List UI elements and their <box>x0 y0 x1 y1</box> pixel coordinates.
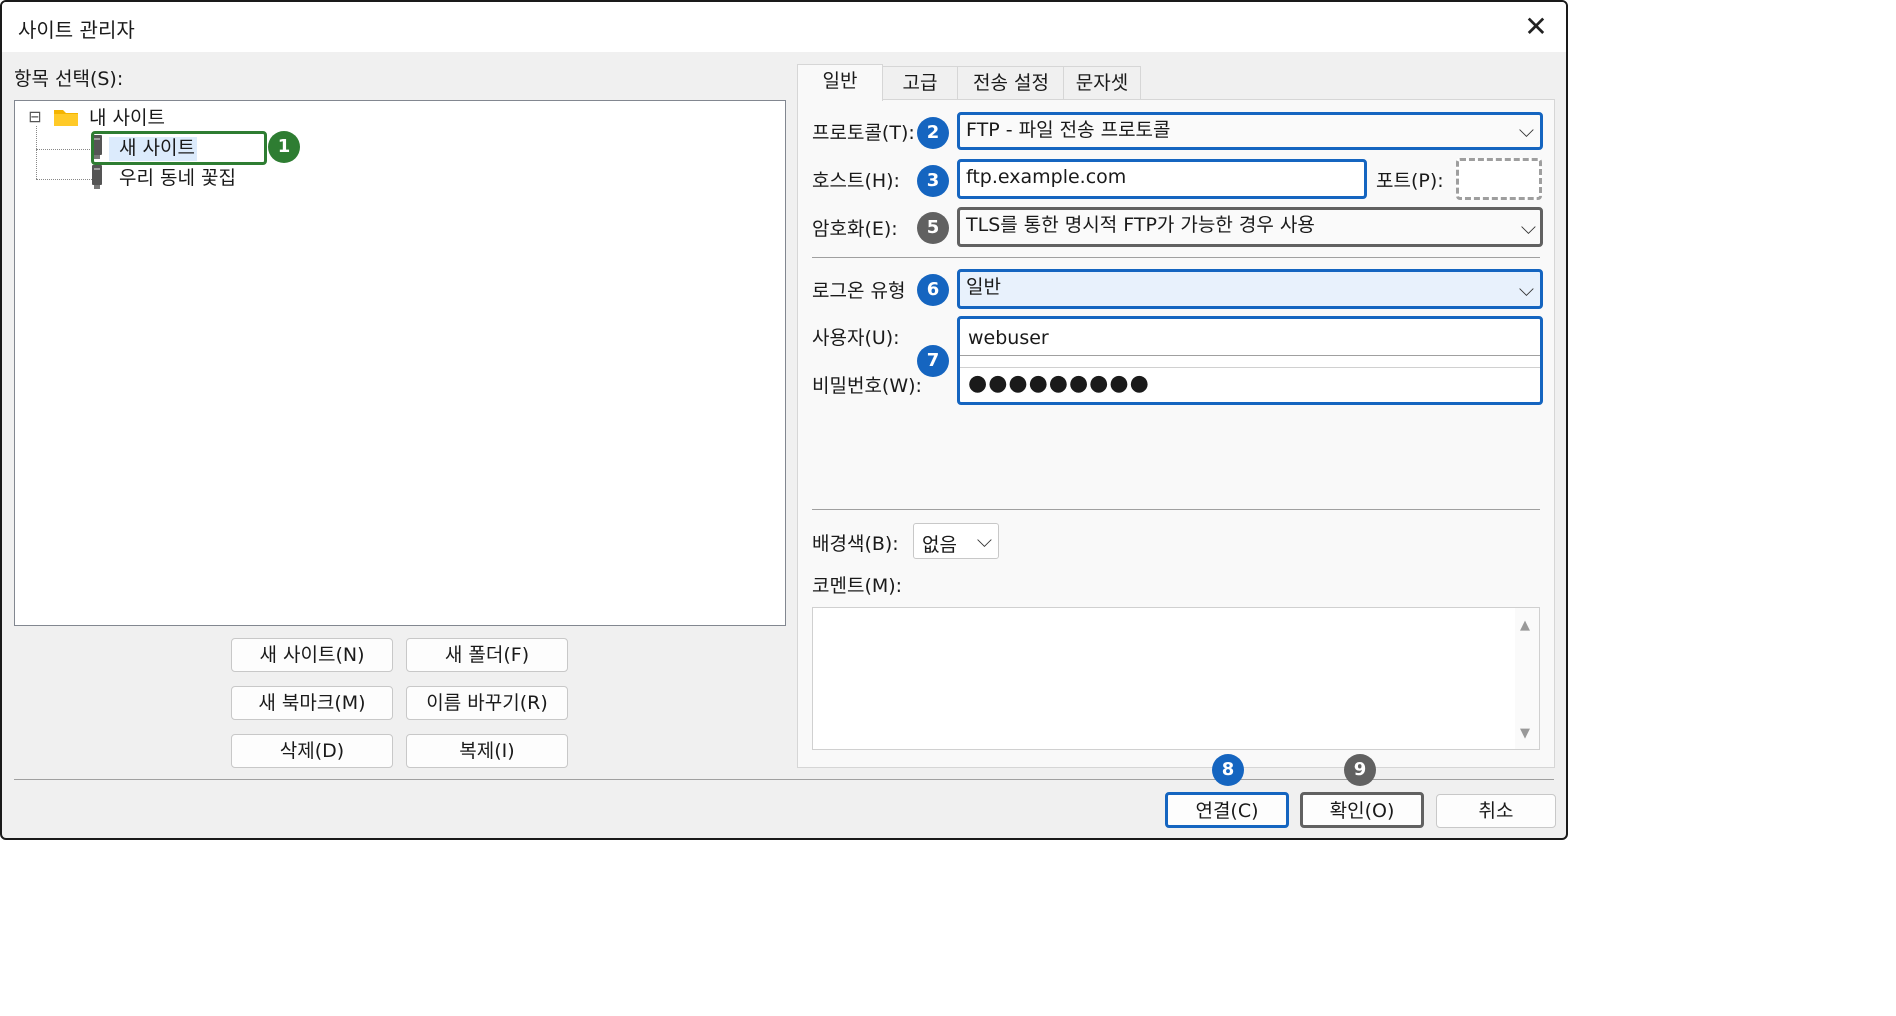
badge-3: 3 <box>917 165 949 197</box>
scrollbar[interactable]: ▲ ▼ <box>1515 608 1539 749</box>
field-divider <box>960 367 1540 368</box>
connect-button[interactable]: 연결(C) <box>1165 792 1289 828</box>
badge-9: 9 <box>1344 754 1376 786</box>
tree-label: 항목 선택(S): <box>14 68 124 90</box>
divider <box>812 509 1540 510</box>
new-bookmark-button[interactable]: 새 북마크(M) <box>231 686 393 720</box>
encryption-select[interactable]: TLS를 통한 명시적 FTP가 가능한 경우 사용 ⌵ <box>957 207 1543 247</box>
protocol-select[interactable]: FTP - 파일 전송 프로토콜 ⌵ <box>957 112 1543 150</box>
encryption-value: TLS를 통한 명시적 FTP가 가능한 경우 사용 <box>966 214 1315 236</box>
protocol-label: 프로토콜(T): <box>812 122 915 144</box>
encryption-label: 암호화(E): <box>812 218 898 240</box>
background-color-value: 없음 <box>922 534 957 556</box>
annotation-box-1 <box>91 131 267 165</box>
tree-root-label[interactable]: 내 사이트 <box>89 103 165 130</box>
tree-item-flower-shop[interactable]: 우리 동네 꽃집 <box>119 163 236 190</box>
new-folder-button[interactable]: 새 폴더(F) <box>406 638 568 672</box>
badge-8: 8 <box>1212 754 1244 786</box>
user-label: 사용자(U): <box>812 327 900 349</box>
chevron-down-icon: ⌵ <box>1520 215 1536 239</box>
tree-connector <box>36 149 92 150</box>
badge-5: 5 <box>917 212 949 244</box>
tab-transfer-settings[interactable]: 전송 설정 <box>957 66 1065 101</box>
tab-general[interactable]: 일반 <box>797 64 883 101</box>
credentials-group: webuser ●●●●●●●●● <box>957 316 1543 405</box>
server-icon <box>91 165 103 189</box>
close-icon[interactable]: ✕ <box>1518 10 1554 44</box>
scroll-up-icon[interactable]: ▲ <box>1520 618 1530 633</box>
tab-advanced[interactable]: 고급 <box>881 66 959 101</box>
chevron-down-icon: ⌵ <box>1518 118 1534 142</box>
new-site-button[interactable]: 새 사이트(N) <box>231 638 393 672</box>
tree-connector <box>36 179 92 180</box>
site-tree[interactable]: ⊟ 내 사이트 새 사이트 우리 동네 꽃집 <box>14 100 786 626</box>
badge-2: 2 <box>917 117 949 149</box>
protocol-value: FTP - 파일 전송 프로토콜 <box>966 119 1171 141</box>
rename-button[interactable]: 이름 바꾸기(R) <box>406 686 568 720</box>
bottom-divider <box>14 779 1554 780</box>
window-title: 사이트 관리자 <box>18 18 135 42</box>
user-input[interactable]: webuser <box>968 323 1049 353</box>
chevron-down-icon: ⌵ <box>976 528 992 552</box>
logon-type-value: 일반 <box>966 276 1001 298</box>
divider <box>812 257 1540 258</box>
background-color-select[interactable]: 없음 ⌵ <box>913 523 999 559</box>
port-input[interactable] <box>1456 158 1542 200</box>
background-color-label: 배경색(B): <box>812 533 899 555</box>
tree-connector <box>36 121 37 179</box>
tab-charset[interactable]: 문자셋 <box>1063 66 1141 101</box>
badge-1: 1 <box>268 131 300 163</box>
site-manager-dialog: 사이트 관리자 ✕ 항목 선택(S): ⊟ 내 사이트 새 사이트 우리 동네 … <box>0 0 1568 840</box>
logon-type-select[interactable]: 일반 ⌵ <box>957 269 1543 309</box>
port-label: 포트(P): <box>1376 170 1444 192</box>
cancel-button[interactable]: 취소 <box>1436 794 1556 828</box>
ok-button[interactable]: 확인(O) <box>1300 792 1424 828</box>
scroll-down-icon[interactable]: ▼ <box>1520 726 1530 741</box>
badge-6: 6 <box>917 274 949 306</box>
comment-label: 코멘트(M): <box>812 575 903 597</box>
title-bar: 사이트 관리자 ✕ <box>2 2 1566 52</box>
password-label: 비밀번호(W): <box>812 375 922 397</box>
chevron-down-icon: ⌵ <box>1518 277 1534 301</box>
comment-textarea[interactable]: ▲ ▼ <box>812 607 1540 750</box>
delete-button[interactable]: 삭제(D) <box>231 734 393 768</box>
field-divider <box>960 355 1540 356</box>
logon-type-label: 로그온 유형 <box>812 280 906 302</box>
duplicate-button[interactable]: 복제(I) <box>406 734 568 768</box>
badge-7: 7 <box>917 345 949 377</box>
host-input[interactable]: ftp.example.com <box>957 159 1367 199</box>
collapse-icon[interactable]: ⊟ <box>27 109 43 125</box>
host-label: 호스트(H): <box>812 170 900 192</box>
password-input[interactable]: ●●●●●●●●● <box>968 369 1150 399</box>
folder-icon <box>53 107 79 127</box>
